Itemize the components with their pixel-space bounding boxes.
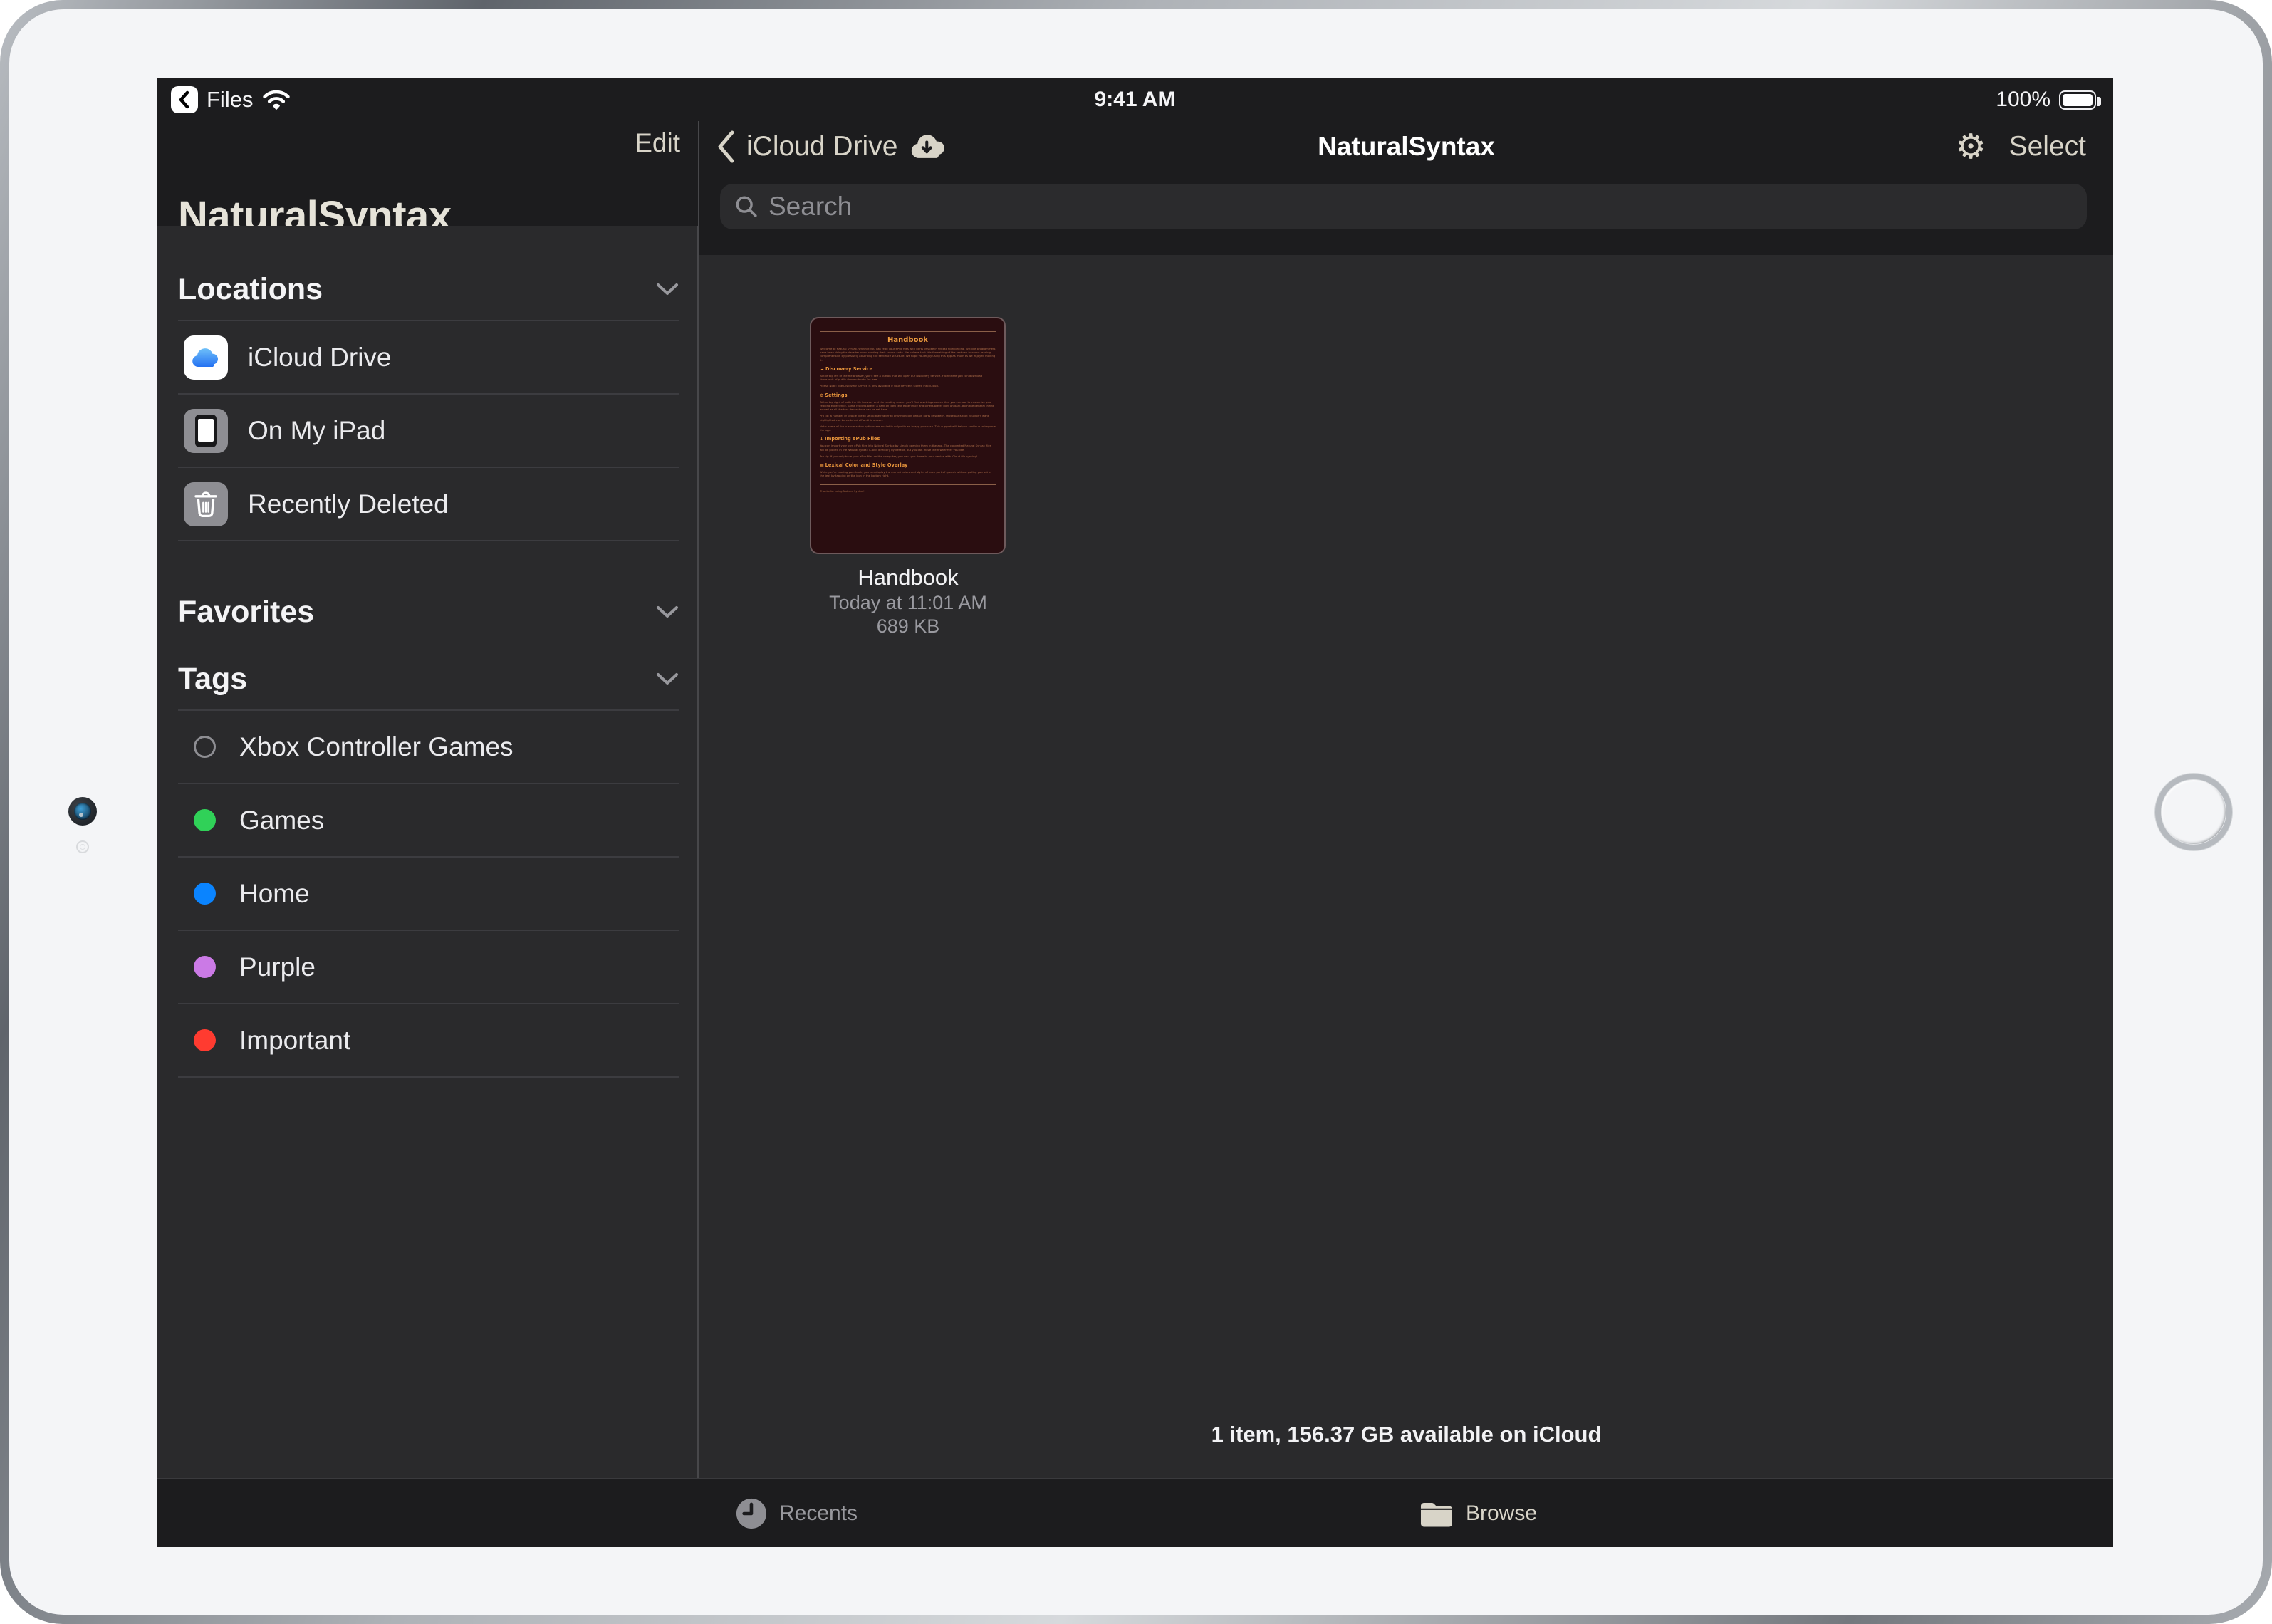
tag-label: Home (239, 879, 310, 909)
status-time: 9:41 AM (1095, 78, 1176, 121)
sidebar-tag-home[interactable]: Home (178, 858, 679, 931)
file-thumbnail[interactable]: Handbook Welcome to Natural Syntax, with… (810, 317, 1006, 554)
preview-heading: ▦Lexical Color and Style Overlay (820, 462, 996, 468)
select-button[interactable]: Select (2009, 131, 2086, 162)
folder-icon (1419, 1498, 1454, 1529)
sidebar-item-label: iCloud Drive (248, 343, 392, 373)
chevron-down-icon[interactable] (656, 672, 679, 685)
home-button[interactable] (2155, 774, 2232, 850)
preview-paragraph: Pro tip: If you only have your ePub file… (820, 454, 996, 458)
back-to-app-button[interactable] (171, 86, 198, 113)
sidebar-tag-games[interactable]: Games (178, 784, 679, 858)
sidebar-item-label: On My iPad (248, 416, 385, 446)
preview-heading: ☁Discovery Service (820, 366, 996, 372)
file-browser-panel: Handbook Welcome to Natural Syntax, with… (699, 255, 2113, 1478)
back-to-app-label[interactable]: Files (207, 87, 253, 113)
cloud-icon: ☁ (820, 367, 824, 372)
ipad-icon (184, 409, 228, 453)
battery-percent: 100% (1996, 88, 2050, 112)
preview-paragraph: At the top right of both the file browse… (820, 400, 996, 412)
tag-circle-icon (194, 736, 216, 758)
sidebar-divider (698, 121, 699, 1478)
tag-label: Games (239, 806, 324, 836)
nav-title: NaturalSyntax (699, 121, 2113, 172)
sidebar-item-label: Recently Deleted (248, 489, 449, 519)
screen: Files 9:41 AM 100% Edit NaturalSyntax (157, 78, 2113, 1547)
tab-browse[interactable]: Browse (1419, 1479, 1537, 1547)
clock-icon (735, 1497, 768, 1530)
preview-paragraph: At the top left of the file browser, you… (820, 374, 996, 381)
preview-paragraph: Welcome to Natural Syntax, within it you… (820, 347, 996, 362)
sidebar-edit-button[interactable]: Edit (157, 128, 680, 158)
search-icon (734, 194, 759, 219)
search-input[interactable] (768, 192, 2073, 222)
preview-footer: Thanks for using Natural Syntax! (820, 489, 996, 493)
preview-paragraph: While you're reading your book, you can … (820, 470, 996, 477)
status-bar: Files 9:41 AM 100% (157, 78, 2113, 121)
gear-icon[interactable]: ⚙ (1956, 130, 1986, 164)
tag-circle-icon (194, 1029, 216, 1051)
back-chevron-icon (177, 90, 192, 109)
tag-label: Xbox Controller Games (239, 732, 514, 762)
ipad-device-frame: Files 9:41 AM 100% Edit NaturalSyntax (0, 0, 2272, 1624)
sidebar: Locations (157, 226, 698, 1478)
wifi-icon (261, 88, 291, 111)
sidebar-item-on-my-ipad[interactable]: On My iPad (178, 395, 679, 468)
sidebar-tag-purple[interactable]: Purple (178, 931, 679, 1004)
locations-list: iCloud Drive On My iPad (178, 320, 679, 541)
section-header-favorites[interactable]: Favorites (178, 588, 679, 635)
tag-circle-icon (194, 809, 216, 831)
camera-lens-icon (74, 803, 91, 820)
camera-glint (79, 813, 83, 817)
search-bar[interactable] (720, 184, 2087, 229)
section-header-locations[interactable]: Locations (178, 266, 679, 313)
locations-header-label: Locations (178, 272, 323, 307)
tag-circle-icon (194, 883, 216, 905)
tag-circle-icon (194, 956, 216, 978)
preview-paragraph: Pro tip: a number of people like to setu… (820, 414, 996, 421)
battery-icon (2059, 90, 2096, 110)
section-header-tags[interactable]: Tags (178, 655, 679, 702)
file-name: Handbook (773, 564, 1043, 591)
file-modified-date: Today at 11:01 AM (773, 591, 1043, 615)
tab-recents[interactable]: Recents (735, 1479, 858, 1547)
file-size: 689 KB (773, 615, 1043, 638)
chevron-down-icon[interactable] (656, 605, 679, 618)
sidebar-item-recently-deleted[interactable]: Recently Deleted (178, 468, 679, 541)
sidebar-tag-xbox-controller-games[interactable]: Xbox Controller Games (178, 711, 679, 784)
icloud-drive-icon (184, 335, 228, 380)
favorites-header-label: Favorites (178, 595, 314, 630)
ambient-light-sensor (76, 840, 89, 853)
tab-bar: Recents Browse (157, 1478, 2113, 1547)
preview-paragraph: Note: some of the customization options … (820, 425, 996, 432)
tab-browse-label: Browse (1466, 1501, 1537, 1526)
content-area: iCloud Drive NaturalSyntax ⚙ Select (699, 121, 2113, 1478)
chevron-down-icon[interactable] (656, 283, 679, 296)
front-camera (68, 797, 97, 826)
preview-paragraph: You can import your own ePub files into … (820, 444, 996, 451)
sidebar-item-icloud-drive[interactable]: iCloud Drive (178, 321, 679, 395)
file-item-handbook[interactable]: Handbook Welcome to Natural Syntax, with… (810, 317, 1006, 638)
sidebar-tag-important[interactable]: Important (178, 1004, 679, 1078)
tag-label: Purple (239, 952, 316, 982)
tab-recents-label: Recents (779, 1501, 858, 1526)
trash-icon (184, 482, 228, 526)
preview-paragraph: Please Note: The Discovery Service is on… (820, 384, 996, 387)
preview-heading: ⚙Settings (820, 392, 996, 398)
storage-status-text: 1 item, 156.37 GB available on iCloud (699, 1422, 2113, 1447)
navigation-bar: iCloud Drive NaturalSyntax ⚙ Select (699, 121, 2113, 172)
gear-icon: ⚙ (820, 393, 823, 398)
import-icon: ↓ (820, 437, 823, 442)
grid-icon: ▦ (820, 463, 824, 468)
tags-header-label: Tags (178, 662, 247, 697)
preview-heading: ↓Importing ePub Files (820, 436, 996, 442)
tags-list: Xbox Controller Games Games Home Purple … (178, 709, 679, 1078)
tag-label: Important (239, 1026, 350, 1056)
file-caption: Handbook Today at 11:01 AM 689 KB (773, 564, 1043, 638)
preview-title: Handbook (820, 336, 996, 344)
